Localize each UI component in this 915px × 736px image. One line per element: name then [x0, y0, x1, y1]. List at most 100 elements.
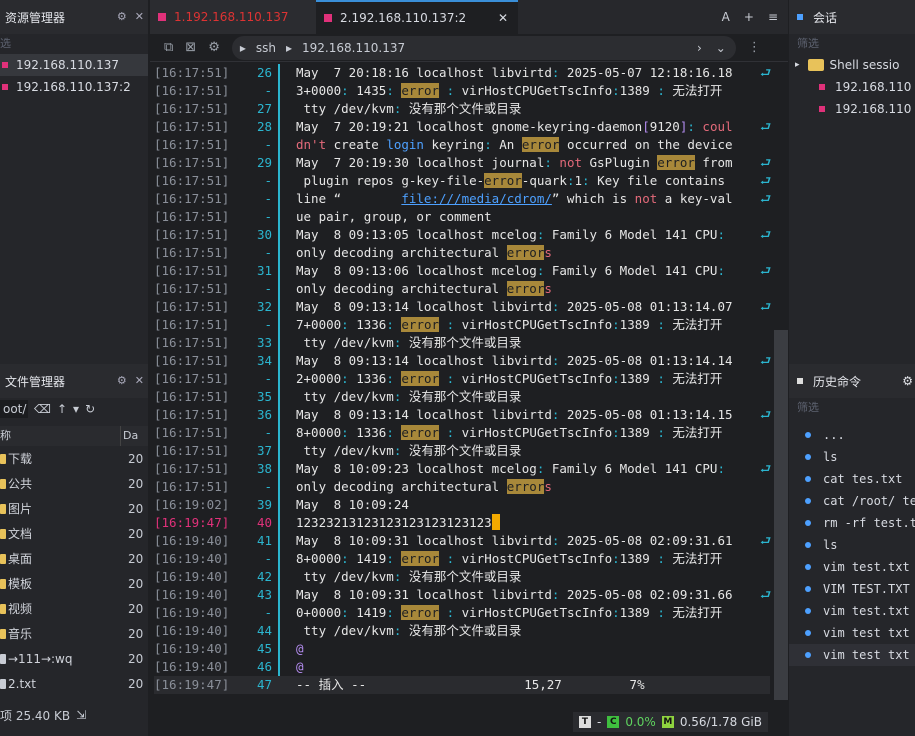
gear-icon[interactable]: ⚙ [117, 374, 127, 387]
session-marker-icon [324, 14, 332, 22]
file-date: 20 [128, 551, 144, 566]
line-timestamp: [16:19:02] [154, 497, 230, 512]
path-input[interactable]: oot/ [0, 400, 28, 418]
column-name[interactable]: 称 [0, 426, 120, 446]
history-item[interactable]: rm -rf test.tx [789, 512, 915, 534]
gutter-bar [278, 442, 280, 460]
line-timestamp: [16:17:51] [154, 155, 230, 170]
folder-icon [0, 453, 6, 464]
folder-icon [0, 578, 6, 589]
file-name: 桌面 [8, 552, 33, 566]
line-timestamp: [16:17:51] [154, 173, 230, 188]
terminal-line: [16:17:51] 27 tty /dev/kvm: 没有那个文件或目录 [154, 100, 770, 118]
session-item[interactable]: 192.168.110.137:2 [0, 76, 148, 98]
history-item[interactable]: ls [789, 446, 915, 468]
clear-path-icon[interactable]: ⌫ [34, 402, 51, 416]
gutter-bar [278, 424, 280, 442]
file-row[interactable]: 图片 20 [0, 496, 148, 521]
history-item[interactable]: cat tes.txt [789, 468, 915, 490]
terminal-output[interactable]: [16:17:51] 26 May 7 20:18:16 localhost lib… [154, 64, 772, 698]
tree-folder[interactable]: ▸ Shell sessio [789, 54, 915, 76]
line-text: tty /dev/kvm: 没有那个文件或目录 [296, 101, 522, 116]
file-row[interactable]: 公共 20 [0, 471, 148, 496]
up-arrow-icon[interactable]: ↑ [57, 402, 67, 416]
file-toolbar: oot/ ⌫ ↑ ▾ ↻ [0, 396, 148, 422]
expand-icon[interactable]: ▸ [240, 41, 246, 55]
terminal-line: [16:17:51] - 3+0000: 1435: error : virHost… [154, 82, 770, 100]
wrap-icon: ⮐ [760, 155, 772, 170]
gutter-bar [278, 352, 280, 370]
line-timestamp: [16:17:51] [154, 317, 230, 332]
file-row[interactable]: 视频 20 [0, 596, 148, 621]
host-label: 192.168.110.137 [302, 40, 406, 55]
gear-icon[interactable]: ⚙ [902, 374, 915, 388]
history-item[interactable]: VIM TEST.TXT [789, 578, 915, 600]
terminal-scrollbar[interactable] [774, 330, 788, 700]
add-tab-button[interactable]: + [744, 10, 754, 24]
column-date[interactable]: Da [120, 426, 142, 446]
session-filter-input[interactable]: 选 [0, 34, 148, 54]
forward-icon[interactable]: › [697, 41, 702, 55]
file-row[interactable]: 音乐 20 [0, 621, 148, 646]
memory-usage: 0.56/1.78 GiB [679, 715, 762, 729]
refresh-icon[interactable]: ↻ [85, 402, 95, 416]
chevron-down-icon[interactable]: ⌄ [716, 41, 726, 55]
history-command: rm -rf test.tx [823, 516, 915, 530]
line-number: 30 [256, 227, 272, 242]
line-text: May 7 20:19:21 localhost gnome-keyring-d… [296, 119, 733, 134]
address-bar[interactable]: ▸ ssh ▸ 192.168.110.137 › ⌄ [231, 35, 736, 60]
line-number: 26 [256, 65, 272, 80]
open-folder-icon[interactable]: ⇲ [76, 708, 86, 722]
new-terminal-icon[interactable]: ⧉ [164, 40, 173, 55]
file-row[interactable]: 文档 20 [0, 521, 148, 546]
line-text: May 8 10:09:23 localhost mcelog: Family … [296, 461, 725, 476]
tree-session[interactable]: 192.168.110 [789, 76, 915, 98]
disconnect-icon[interactable]: ⊠ [185, 40, 196, 55]
terminal-line: [16:17:51] 26 May 7 20:18:16 localhost lib… [154, 64, 771, 82]
file-row[interactable]: →111→:wq 20 [0, 646, 148, 671]
line-timestamp: [16:17:51] [154, 65, 230, 80]
close-icon[interactable]: ✕ [135, 10, 144, 23]
line-text: May 7 20:18:16 localhost libvirtd: 2025-… [296, 65, 733, 80]
tab-session-1[interactable]: 1.192.168.110.137 [150, 0, 316, 34]
terminal-line: [16:17:51] - only decoding architectural e… [154, 478, 770, 496]
history-item[interactable]: vim test.txt [789, 600, 915, 622]
history-item[interactable]: ... [789, 424, 915, 446]
session-filter-input[interactable]: 筛选 [789, 34, 915, 54]
line-number: - [264, 425, 272, 440]
line-text: ue pair, group, or comment [296, 209, 492, 224]
close-icon[interactable]: ✕ [135, 374, 144, 387]
close-tab-icon[interactable]: ✕ [498, 11, 508, 25]
settings-icon[interactable]: ⚙ [208, 40, 220, 55]
file-row[interactable]: 下载 20 [0, 446, 148, 471]
session-marker-icon [2, 62, 8, 68]
line-text: only decoding architectural errors [296, 479, 552, 494]
file-row[interactable]: 模板 20 [0, 571, 148, 596]
line-number: 36 [256, 407, 272, 422]
line-number: 38 [256, 461, 272, 476]
tree-session[interactable]: 192.168.110 [789, 98, 915, 120]
tab-session-2[interactable]: 2.192.168.110.137:2 ✕ [316, 0, 518, 34]
file-row[interactable]: 桌面 20 [0, 546, 148, 571]
history-item[interactable]: vim test txt [789, 622, 915, 644]
tab-menu-button[interactable]: ≡ [768, 10, 778, 24]
chevron-down-icon[interactable]: ▾ [73, 402, 79, 416]
history-item[interactable]: vim test txt [789, 644, 915, 666]
session-item[interactable]: 192.168.110.137 [0, 54, 148, 76]
line-timestamp: [16:17:51] [154, 461, 230, 476]
font-button[interactable]: A [722, 10, 730, 24]
history-item[interactable]: ls [789, 534, 915, 556]
history-item[interactable]: cat /root/ tes [789, 490, 915, 512]
gear-icon[interactable]: ⚙ [117, 10, 127, 23]
line-text: May 8 09:13:14 localhost libvirtd: 2025-… [296, 299, 733, 314]
history-item[interactable]: vim test.txt [789, 556, 915, 578]
gutter-bar [278, 100, 280, 118]
history-filter-input[interactable]: 筛选 [789, 398, 915, 418]
line-number: - [264, 479, 272, 494]
bullet-icon [805, 520, 811, 526]
line-timestamp: [16:19:40] [154, 587, 230, 602]
chevron-right-icon[interactable]: ▸ [795, 60, 800, 70]
gutter-bar [278, 334, 280, 352]
file-row[interactable]: 2.txt 20 [0, 671, 148, 696]
more-menu-icon[interactable]: ⋮ [748, 40, 761, 55]
